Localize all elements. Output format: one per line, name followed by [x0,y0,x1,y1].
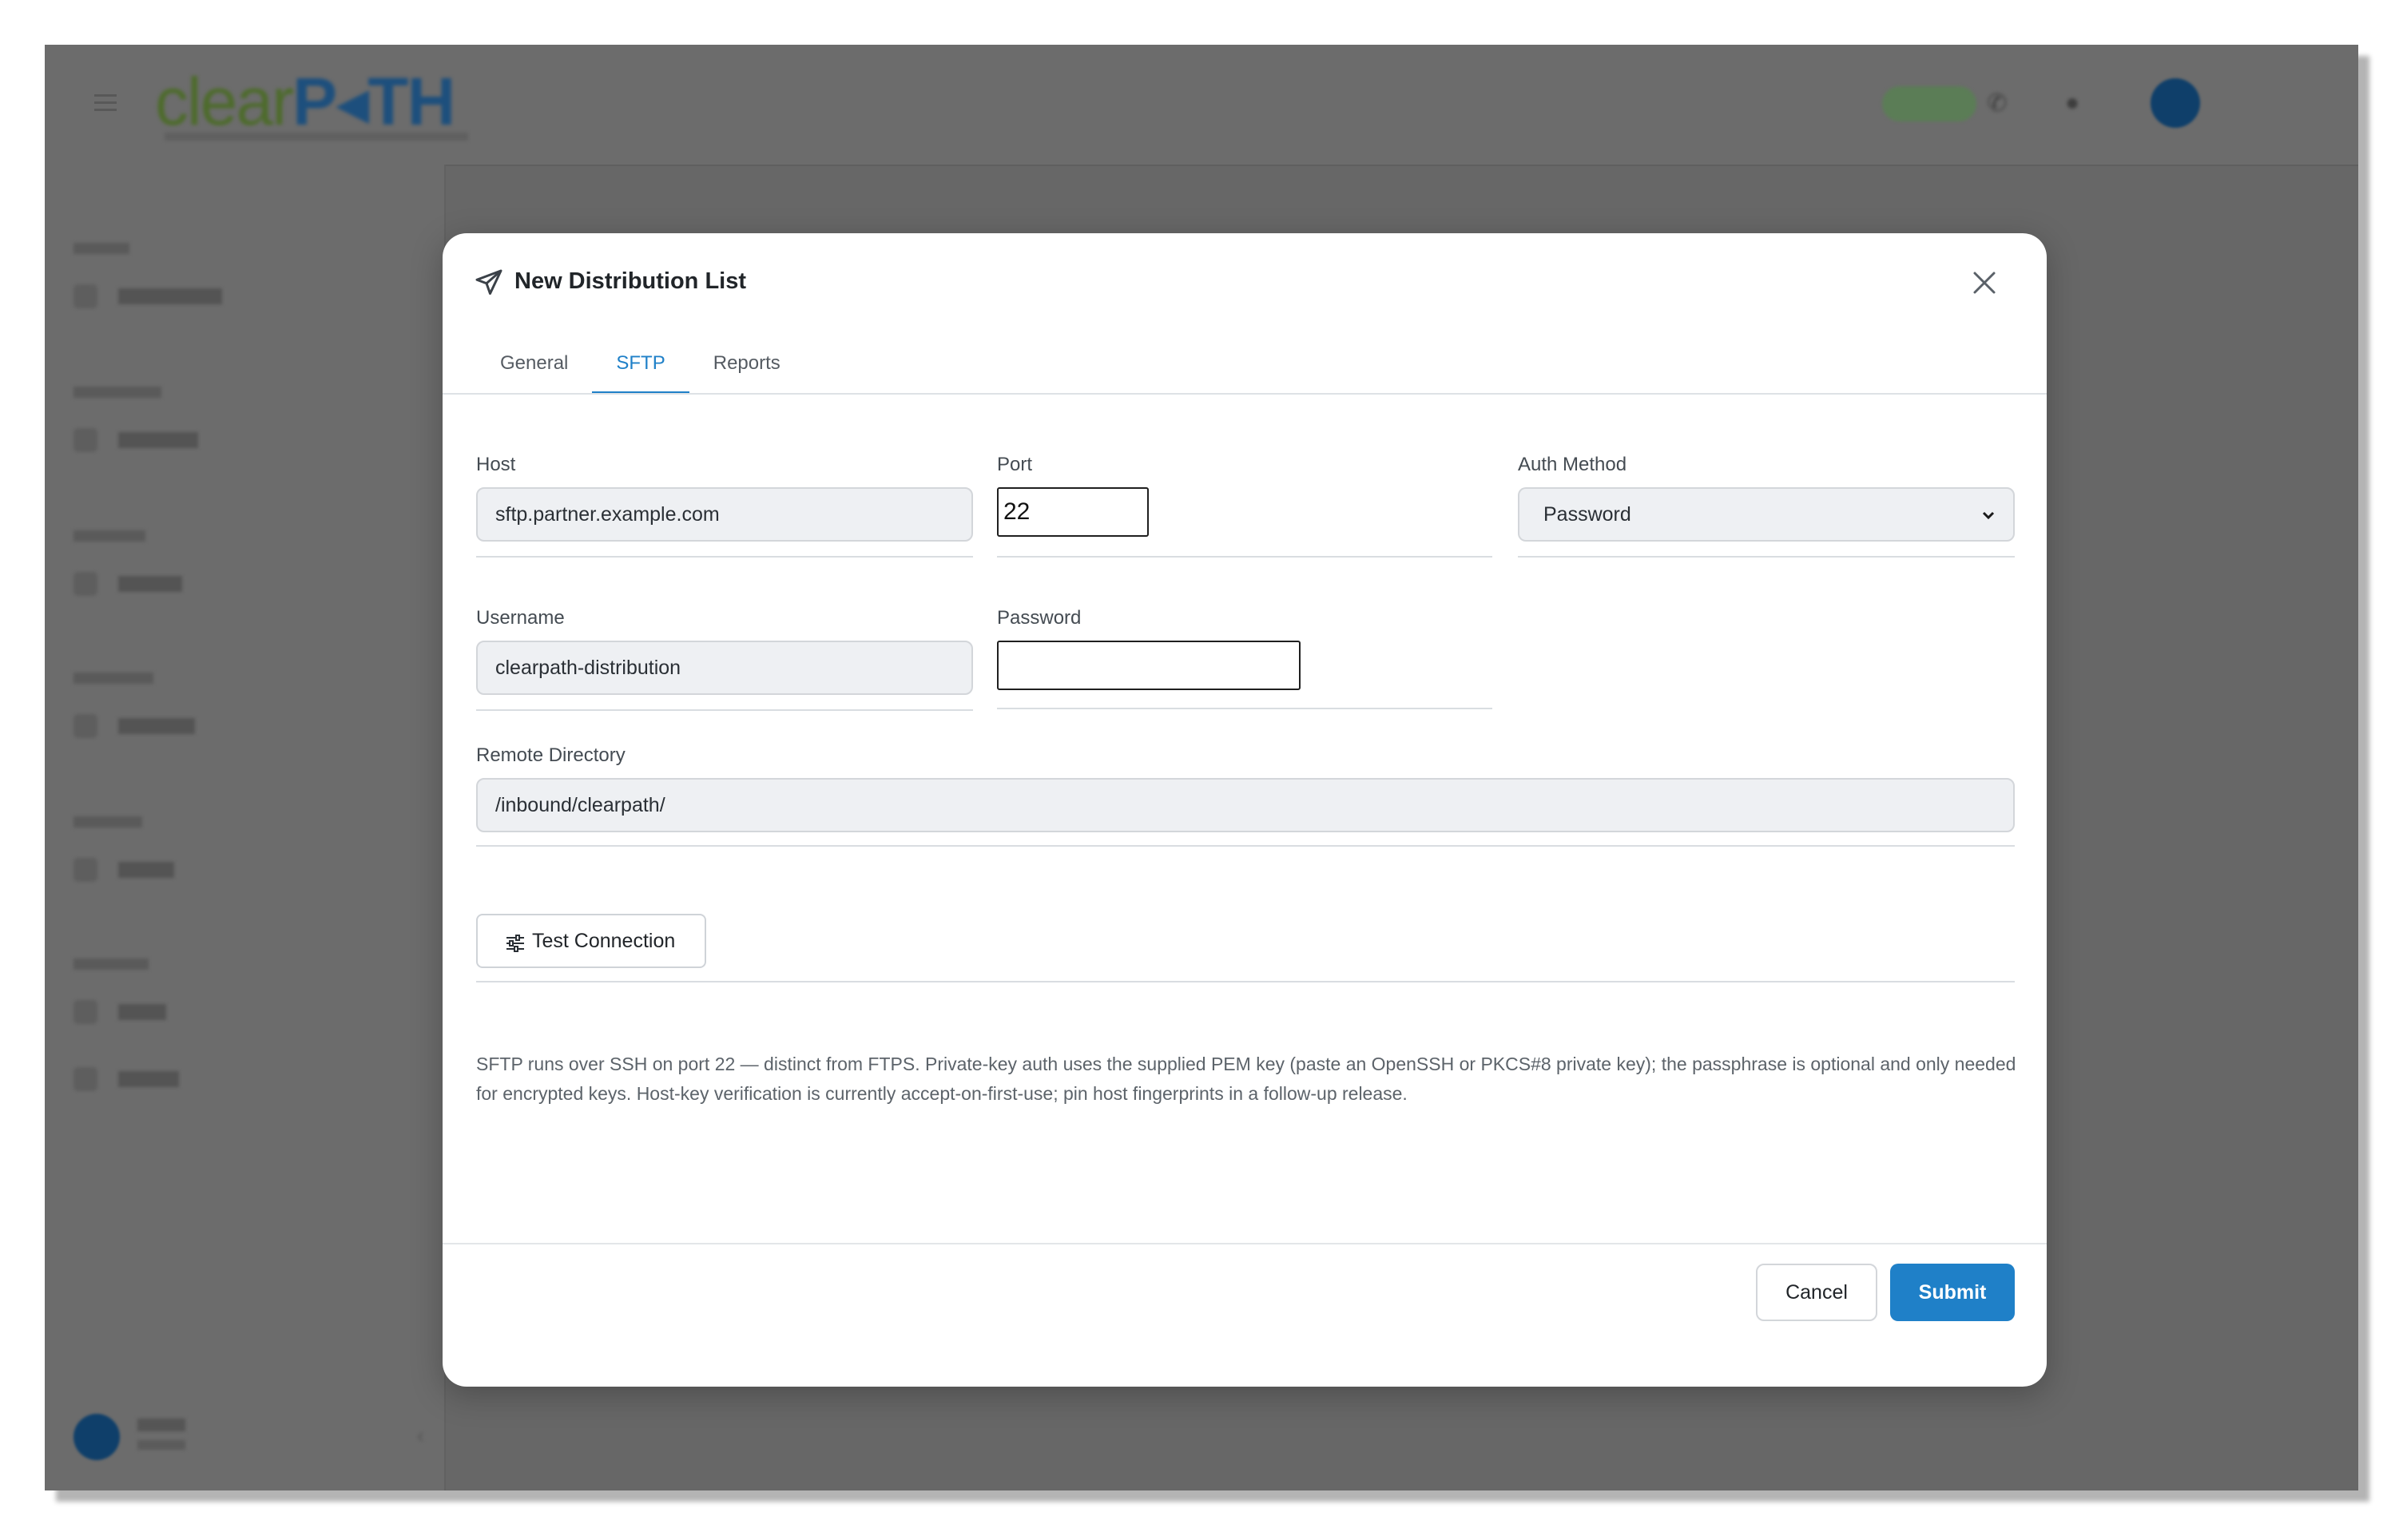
user-icon [73,428,97,452]
tabs-divider [443,393,2047,395]
sidebar-user-name [137,1415,185,1436]
tab-reports[interactable]: Reports [689,337,804,395]
chevron-down-icon [1982,511,1995,520]
sidebar-item-help[interactable] [73,1000,166,1032]
host-underline [476,556,973,558]
sidebar: ‹ [45,165,446,1490]
host-label: Host [476,454,516,475]
test-connection-underline [476,981,2015,982]
port-underline [997,556,1492,558]
tab-sftp[interactable]: SFTP [592,337,689,395]
sidebar-item-dashboard[interactable] [73,284,222,316]
clearpath-logo: clearP◂TH [155,64,455,139]
info-icon [73,1067,97,1091]
test-connection-button[interactable]: Test Connection [476,914,706,968]
submit-button[interactable]: Submit [1890,1264,2015,1321]
sidebar-item-account[interactable] [73,428,198,460]
sidebar-user[interactable]: ‹ [73,1409,425,1467]
sidebar-section-reports [73,671,153,688]
auth-method-label: Auth Method [1518,454,1627,475]
alert-icon [73,858,97,882]
username-underline [476,709,973,711]
sidebar-user-role [137,1439,185,1454]
audit-icon [73,572,97,596]
remote-directory-underline [476,845,2015,847]
username-input[interactable]: clearpath-distribution [476,641,973,695]
auth-method-select[interactable]: Password [1518,487,2015,542]
sidebar-section-audits [73,529,145,546]
tab-general[interactable]: General [476,337,592,395]
remote-directory-input[interactable]: /inbound/clearpath/ [476,778,2015,832]
port-input[interactable]: 22 [997,487,1149,537]
dashboard-icon [73,284,97,308]
sidebar-item-alerts[interactable] [73,858,174,890]
auth-method-value: Password [1543,503,1631,526]
sftp-help-text: SFTP runs over SSH on port 22 — distinct… [476,1054,2016,1104]
status-badge [1882,86,1976,121]
sidebar-section-system [73,957,149,974]
sidebar-section-alerts [73,815,142,832]
auth-method-underline [1518,556,2015,558]
sidebar-section-main [73,241,129,258]
password-label: Password [997,607,1082,629]
avatar [73,1414,120,1460]
remote-directory-label: Remote Directory [476,744,626,766]
avatar[interactable] [2151,78,2200,128]
host-input[interactable]: sftp.partner.example.com [476,487,973,542]
port-label: Port [997,454,1033,475]
phone-icon[interactable]: ✆ [1983,89,2012,118]
cancel-button[interactable]: Cancel [1756,1264,1877,1321]
reports-icon [73,714,97,738]
collapse-chevron-icon[interactable]: ‹ [417,1423,424,1448]
modal-title: New Distribution List [514,268,746,294]
logo-tagline [165,133,468,141]
sliders-icon [506,935,524,952]
modal-footer-divider [443,1243,2047,1244]
hamburger-menu-icon[interactable] [94,91,117,113]
username-label: Username [476,607,565,629]
sidebar-item-audits[interactable] [73,572,182,604]
top-bar: clearP◂TH ✆ ● [45,45,2358,166]
help-icon [73,1000,97,1024]
sidebar-section-account [73,385,161,402]
modal-tabs: General SFTP Reports [476,337,804,395]
test-connection-label: Test Connection [532,930,676,952]
sidebar-item-about[interactable] [73,1067,179,1099]
send-icon [475,269,502,295]
app-window: clearP◂TH ✆ ● ‹ New Distribution List Ge… [45,45,2358,1490]
close-icon[interactable] [1965,264,2004,302]
password-input[interactable] [997,641,1301,690]
notification-bell-icon[interactable]: ● [2058,89,2087,118]
password-underline [997,708,1492,709]
modal-header: New Distribution List General SFTP Repor… [443,233,2047,395]
new-distribution-list-modal: New Distribution List General SFTP Repor… [443,233,2047,1387]
sidebar-item-reports[interactable] [73,714,195,746]
